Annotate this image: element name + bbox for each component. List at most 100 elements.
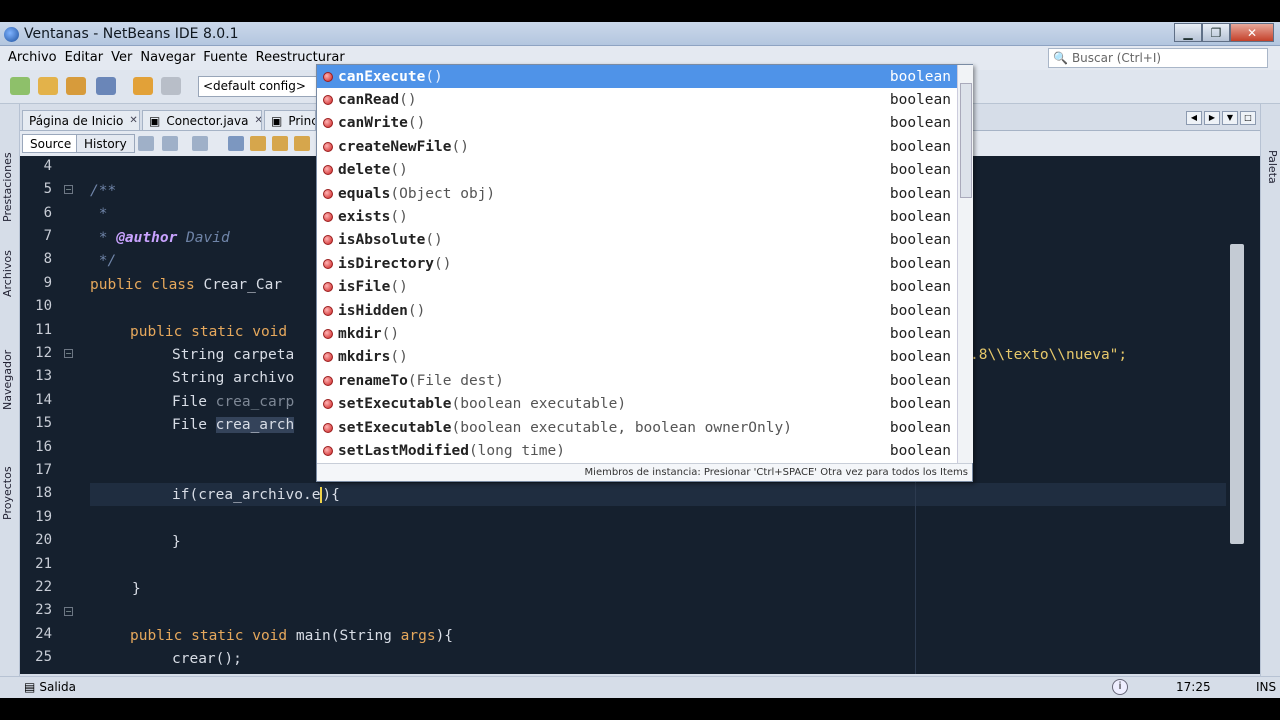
find-next-icon[interactable] (272, 136, 288, 151)
completion-item[interactable]: mkdirs() boolean (317, 346, 957, 369)
editor-scroll-thumb[interactable] (1230, 244, 1244, 544)
redo-icon[interactable] (161, 77, 181, 95)
code-line: * @author David (90, 230, 230, 246)
code-completion-popup: canExecute() boolean canRead() boolean canWr… (316, 64, 973, 482)
code-token: public static void (130, 628, 288, 644)
output-tab[interactable]: ▤ Salida (24, 680, 76, 694)
code-token: ){ (435, 628, 454, 644)
tab-principal[interactable]: ▣ Princip (264, 110, 316, 130)
open-project-icon[interactable] (66, 77, 86, 95)
completion-item[interactable]: createNewFile() boolean (317, 135, 957, 158)
new-project-icon[interactable] (38, 77, 58, 95)
completion-scroll-thumb[interactable] (960, 83, 972, 198)
completion-item[interactable]: renameTo (File dest) boolean (317, 369, 957, 392)
completion-item[interactable]: setExecutable (boolean executable) boolean (317, 393, 957, 416)
menu-fuente[interactable]: Fuente (199, 46, 251, 70)
caret-position: 17:25 (1176, 680, 1211, 694)
method-args: () (451, 138, 469, 155)
config-select[interactable]: <default config> (198, 76, 318, 97)
completion-item[interactable]: delete() boolean (317, 159, 957, 182)
tab-navigation: ◀ ▶ ▼ □ (1186, 111, 1256, 125)
menu-archivo[interactable]: Archivo (4, 46, 61, 70)
panel-tab-proyectos[interactable]: Proyectos (1, 462, 19, 524)
source-tab[interactable]: Source (22, 134, 80, 153)
title-bar[interactable]: Ventanas - NetBeans IDE 8.0.1 ▁ ❐ ✕ (0, 22, 1280, 46)
close-button[interactable]: ✕ (1230, 23, 1274, 42)
menu-navegar[interactable]: Navegar (136, 46, 199, 70)
panel-tab-archivos[interactable]: Archivos (1, 246, 19, 302)
panel-tab-prestaciones[interactable]: Prestaciones (1, 148, 19, 226)
code-line: File crea_arch (172, 414, 295, 437)
completion-item[interactable]: equals (Object obj) boolean (317, 182, 957, 205)
line-number: 4 (43, 158, 52, 174)
code-token: crea_carp (215, 394, 295, 410)
completion-item[interactable]: isHidden() boolean (317, 299, 957, 322)
return-type: boolean (889, 349, 951, 366)
method-name: canWrite (338, 115, 408, 132)
find-previous-icon[interactable] (250, 136, 266, 151)
completion-item[interactable]: isDirectory() boolean (317, 252, 957, 275)
find-icon[interactable] (228, 136, 244, 151)
code-line: public static void (130, 321, 287, 344)
close-tab-icon[interactable]: ✕ (255, 115, 262, 126)
completion-item[interactable]: canRead() boolean (317, 88, 957, 111)
window-controls: ▁ ❐ ✕ (1174, 23, 1274, 43)
code-line: * (90, 203, 108, 226)
line-number: 5 (43, 181, 52, 197)
return-type: boolean (889, 162, 951, 179)
method-name: delete (338, 162, 391, 179)
history-tab[interactable]: History (76, 134, 135, 153)
save-all-icon[interactable] (96, 77, 116, 95)
code-token: * (90, 206, 108, 222)
back-icon[interactable] (162, 136, 178, 151)
completion-item[interactable]: canExecute() boolean (317, 65, 957, 89)
tab-conector-java[interactable]: ▣ Conector.java ✕ (142, 110, 262, 130)
toggle-highlight-icon[interactable] (294, 136, 310, 151)
editor-scrollbar[interactable] (1226, 156, 1246, 674)
menu-editar[interactable]: Editar (61, 46, 108, 70)
tab-scroll-left-icon[interactable]: ◀ (1186, 111, 1202, 125)
maximize-button[interactable]: ❐ (1202, 23, 1230, 42)
code-token: args (400, 628, 436, 644)
return-type: boolean (889, 279, 951, 296)
code-token: public static void (130, 324, 288, 340)
completion-item[interactable]: exists() boolean (317, 205, 957, 228)
tab-pagina-de-inicio[interactable]: Página de Inicio ✕ (22, 110, 140, 130)
maximize-editor-icon[interactable]: □ (1240, 111, 1256, 125)
undo-icon[interactable] (133, 77, 153, 95)
code-token: } (172, 534, 181, 550)
return-type: boolean (889, 232, 951, 249)
fold-toggle-icon[interactable]: − (64, 607, 73, 616)
method-args: (long time) (468, 443, 565, 460)
method-name: mkdirs (338, 349, 391, 366)
code-token: crea_arch (215, 417, 295, 433)
completion-item[interactable]: mkdir() boolean (317, 322, 957, 345)
code-line: .8\\texto\\nueva"; (970, 344, 1127, 367)
close-tab-icon[interactable]: ✕ (129, 115, 137, 126)
notifications-icon[interactable]: i (1112, 679, 1128, 695)
code-token: String carpeta (172, 347, 295, 363)
forward-icon[interactable] (192, 136, 208, 151)
fold-toggle-icon[interactable]: − (64, 185, 73, 194)
completion-item[interactable]: isFile() boolean (317, 276, 957, 299)
netbeans-app-icon (4, 27, 19, 42)
panel-tab-navegador[interactable]: Navegador (1, 348, 19, 412)
last-edit-icon[interactable] (138, 136, 154, 151)
search-input[interactable]: 🔍 Buscar (Ctrl+I) (1048, 48, 1268, 68)
completion-item[interactable]: setLastModified (long time) boolean (317, 439, 957, 462)
completion-item[interactable]: canWrite() boolean (317, 112, 957, 135)
fold-toggle-icon[interactable]: − (64, 349, 73, 358)
method-name: isDirectory (338, 255, 435, 272)
new-file-icon[interactable] (10, 77, 30, 95)
completion-item[interactable]: setExecutable (boolean executable, boolea… (317, 416, 957, 439)
method-icon (323, 282, 333, 293)
code-token: } (132, 581, 141, 597)
tab-scroll-right-icon[interactable]: ▶ (1204, 111, 1220, 125)
completion-scrollbar[interactable] (957, 65, 973, 463)
tab-list-icon[interactable]: ▼ (1222, 111, 1238, 125)
minimize-button[interactable]: ▁ (1174, 23, 1202, 42)
method-args: (boolean executable, boolean ownerOnly) (451, 419, 792, 436)
completion-item[interactable]: isAbsolute() boolean (317, 229, 957, 252)
menu-ver[interactable]: Ver (107, 46, 136, 70)
panel-tab-paleta[interactable]: Paleta (1263, 150, 1279, 190)
